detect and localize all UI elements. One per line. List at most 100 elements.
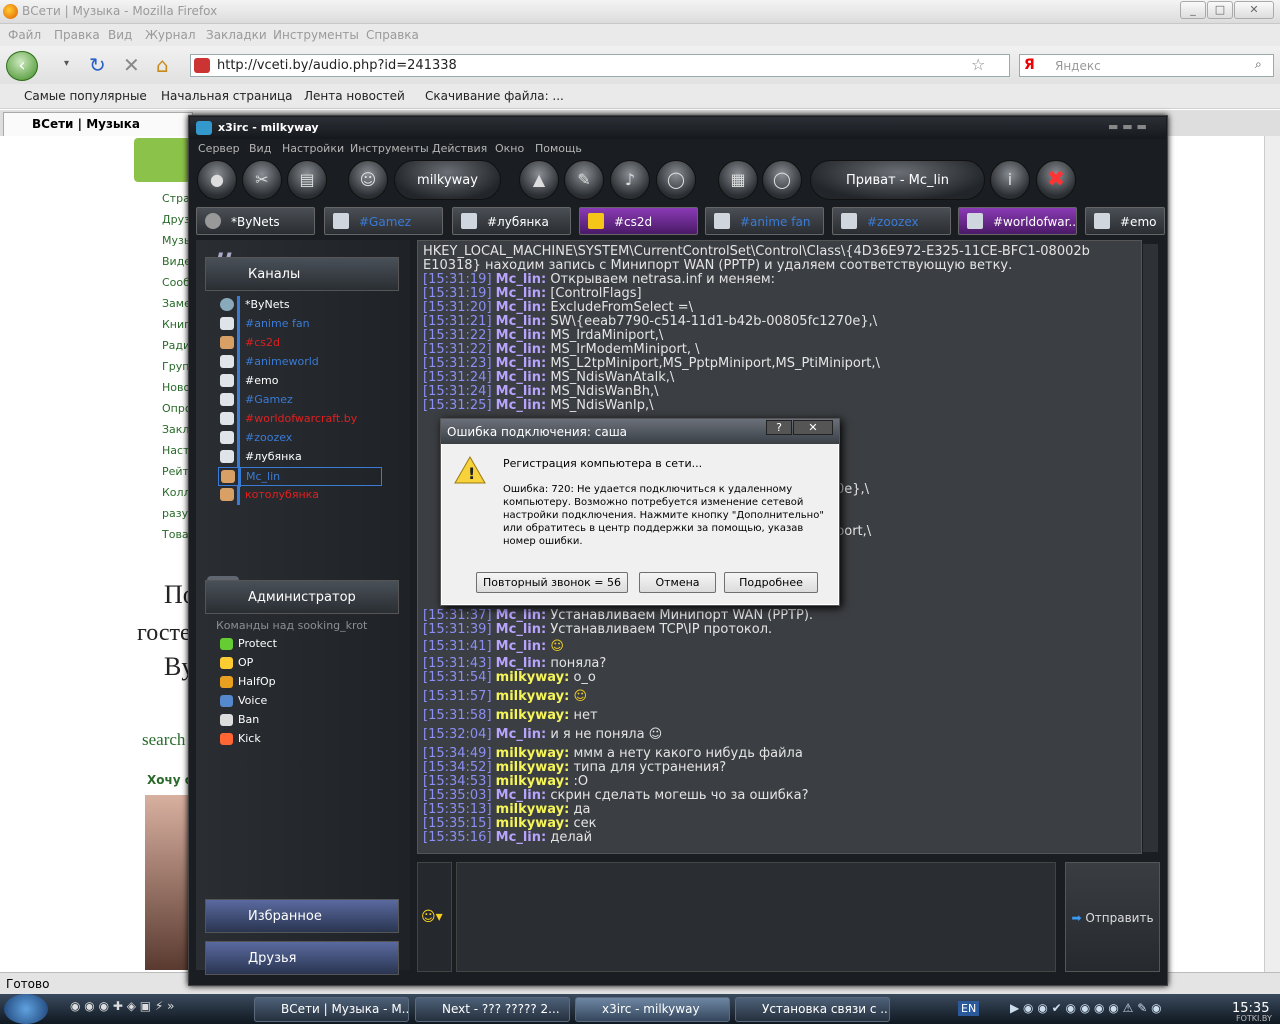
page-sidebar-link[interactable]: Друз xyxy=(162,213,190,226)
cancel-button[interactable]: Отмена xyxy=(639,572,716,593)
menu-tools[interactable]: Инструменты xyxy=(273,28,359,42)
message-icon[interactable]: ◯ xyxy=(762,160,802,200)
page-sidebar-link[interactable]: Колл xyxy=(162,486,191,499)
tab-worldofwarcraft[interactable]: #worldofwar... xyxy=(958,207,1077,235)
chat-bubble-icon[interactable]: ◯ xyxy=(656,160,696,200)
kick-command[interactable]: Kick xyxy=(218,732,261,745)
sound-icon[interactable]: ♪ xyxy=(610,160,650,200)
tab-zoozex[interactable]: #zoozex xyxy=(832,207,951,235)
back-button[interactable]: ‹ xyxy=(6,51,38,81)
home-icon[interactable]: ⌂ xyxy=(156,53,169,77)
url-bar[interactable]: http://vceti.by/audio.php?id=241338 ☆ xyxy=(190,54,1010,77)
emoticon-icon[interactable]: ☺▾ xyxy=(421,909,443,925)
irc-menu-window[interactable]: Окно xyxy=(495,142,524,155)
channel-list-item[interactable]: #anime fan xyxy=(218,315,382,334)
tab-gamez[interactable]: #Gamez xyxy=(324,207,443,235)
tab-cs2d[interactable]: #cs2d xyxy=(579,207,698,235)
history-dropdown-icon[interactable]: ▾ xyxy=(64,58,69,69)
channel-list-item[interactable]: #лубянка xyxy=(218,448,382,467)
page-sidebar-link[interactable]: Ново xyxy=(162,381,190,394)
channel-list-item[interactable]: котолубянка xyxy=(218,486,382,505)
channel-list-item[interactable]: #zoozex xyxy=(218,429,382,448)
page-sidebar-link[interactable]: Груп xyxy=(162,360,189,373)
reload-icon[interactable]: ↻ xyxy=(89,53,106,77)
page-sidebar-link[interactable]: Стра xyxy=(162,192,190,205)
minimize-button[interactable]: _ xyxy=(1180,1,1206,19)
close-button[interactable]: ✕ xyxy=(1234,1,1274,19)
halfop-command[interactable]: HalfOp xyxy=(218,675,276,688)
stop-icon[interactable]: ✕ xyxy=(123,53,140,77)
irc-menu-actions[interactable]: Действия xyxy=(432,142,487,155)
taskbar-next[interactable]: Next - ??? ????? 2... xyxy=(415,997,570,1022)
close-chat-icon[interactable]: ✖ xyxy=(1036,160,1076,200)
page-scrollbar[interactable] xyxy=(1264,136,1280,972)
page-sidebar-link[interactable]: Ради xyxy=(162,339,190,352)
bookmark-start-page[interactable]: Начальная страница xyxy=(161,89,293,103)
edit-icon[interactable]: ✎ xyxy=(564,160,604,200)
language-indicator[interactable]: EN xyxy=(958,1001,980,1016)
channels-header[interactable]: Каналы xyxy=(205,257,399,291)
page-sidebar-link[interactable]: Наст xyxy=(162,444,189,457)
search-box[interactable]: Я Яндекс ⌕ xyxy=(1019,54,1274,77)
search-icon[interactable]: ⌕ xyxy=(1255,57,1262,72)
irc-menu-server[interactable]: Сервер xyxy=(198,142,240,155)
message-input[interactable] xyxy=(456,862,1056,972)
page-sidebar-link[interactable]: Книг xyxy=(162,318,190,331)
settings-icon[interactable]: ▤ xyxy=(287,160,327,200)
connect-orb-button[interactable]: ● xyxy=(197,160,237,200)
tab-emo[interactable]: #emo xyxy=(1085,207,1165,235)
page-sidebar-link[interactable]: Виде xyxy=(162,255,191,268)
menu-bookmarks[interactable]: Закладки xyxy=(206,28,267,42)
private-chat-button[interactable]: Приват - Mc_lin xyxy=(810,160,985,200)
channel-list-item[interactable]: #worldofwarcraft.by xyxy=(218,410,382,429)
channel-list-item[interactable]: #Gamez xyxy=(218,391,382,410)
admin-header[interactable]: Администратор xyxy=(205,580,399,614)
tray-icons[interactable]: ▶ ◉ ◉ ✔ ◉ ◉ ◉ ◉ ⚠ ✎ ◉ xyxy=(1010,1001,1162,1015)
channel-list-item[interactable]: #animeworld xyxy=(218,353,382,372)
page-sidebar-link[interactable]: Това xyxy=(162,528,189,541)
friends-button[interactable]: Друзья xyxy=(205,941,399,975)
taskbar-connection[interactable]: Установка связи с ... xyxy=(735,997,890,1022)
info-icon[interactable]: i xyxy=(990,160,1030,200)
channel-list-item[interactable]: *ByNets xyxy=(218,296,382,315)
chat-scrollbar[interactable] xyxy=(1143,244,1158,852)
bookmark-popular[interactable]: Самые популярные xyxy=(24,89,147,103)
start-button[interactable] xyxy=(4,994,48,1024)
ban-command[interactable]: Ban xyxy=(218,713,259,726)
op-command[interactable]: OP xyxy=(218,656,253,669)
yandex-icon[interactable]: Я xyxy=(1024,57,1035,73)
tab-anime-fan[interactable]: #anime fan xyxy=(705,207,824,235)
bookmark-news-feed[interactable]: Лента новостей xyxy=(304,89,405,103)
page-photo[interactable] xyxy=(145,795,190,970)
taskbar-x3irc[interactable]: x3irc - milkyway xyxy=(575,997,730,1022)
voice-command[interactable]: Voice xyxy=(218,694,267,707)
menu-history[interactable]: Журнал xyxy=(145,28,196,42)
favorites-button[interactable]: Избранное xyxy=(205,899,399,933)
irc-menu-tools[interactable]: Инструменты xyxy=(350,142,429,155)
irc-menu-help[interactable]: Помощь xyxy=(535,142,582,155)
page-sidebar-link[interactable]: разу xyxy=(162,507,188,520)
maximize-button[interactable]: □ xyxy=(1207,1,1233,19)
dialog-close-button[interactable]: ✕ xyxy=(793,420,833,435)
dialog-help-button[interactable]: ? xyxy=(766,420,792,435)
tab-bynets[interactable]: *ByNets xyxy=(196,207,315,235)
window-list-icon[interactable]: ▦ xyxy=(718,160,758,200)
channel-list-item[interactable]: #cs2d xyxy=(218,334,382,353)
page-sidebar-link[interactable]: Рейт xyxy=(162,465,189,478)
page-sidebar-link[interactable]: Заме xyxy=(162,297,191,310)
irc-window-controls[interactable]: ▬ ▬ ▬ xyxy=(1108,120,1147,133)
page-search-link[interactable]: search xyxy=(142,730,185,750)
bookmark-star-icon[interactable]: ☆ xyxy=(971,55,985,74)
page-sidebar-link[interactable]: Сооб xyxy=(162,276,190,289)
protect-command[interactable]: Protect xyxy=(218,637,277,650)
channel-list-item[interactable]: #emo xyxy=(218,372,382,391)
menu-view[interactable]: Вид xyxy=(108,28,132,42)
nick-button[interactable]: milkyway xyxy=(394,160,501,200)
send-button[interactable]: ➡ Отправить xyxy=(1065,862,1160,972)
tools-icon[interactable]: ✂ xyxy=(242,160,282,200)
bookmark-download[interactable]: Скачивание файла: ... xyxy=(425,89,564,103)
tab-lubyanka[interactable]: #лубянка xyxy=(452,207,571,235)
quick-launch-icons[interactable]: ◉ ◉ ◉ ✚ ◈ ▣ ⚡ » xyxy=(70,999,250,1019)
details-button[interactable]: Подробнее xyxy=(724,572,818,593)
menu-help[interactable]: Справка xyxy=(366,28,419,42)
